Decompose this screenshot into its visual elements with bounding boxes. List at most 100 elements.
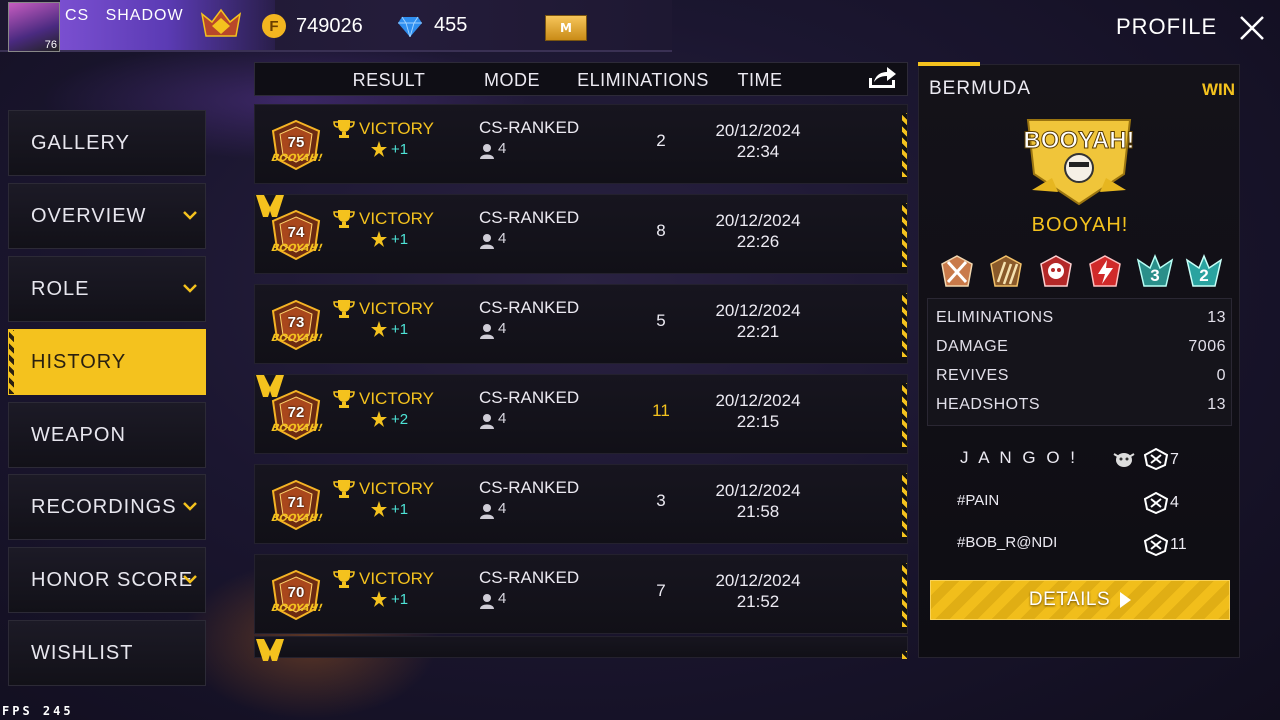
gold-counter[interactable]: F 749026 xyxy=(262,14,363,38)
rank-number: 74 xyxy=(287,224,305,241)
sidebar-item-history[interactable]: HISTORY xyxy=(8,329,206,395)
match-time: 22:15 xyxy=(736,412,780,431)
match-date: 20/12/2024 xyxy=(715,301,801,320)
fps-counter: FPS 245 xyxy=(2,704,74,718)
star-icon xyxy=(371,141,387,157)
row-stripe xyxy=(902,563,907,627)
history-table-header: RESULT MODE ELIMINATIONS TIME xyxy=(254,62,908,96)
teammate-name[interactable]: #PAIN xyxy=(957,492,999,509)
trophy-icon xyxy=(333,300,355,318)
lightning-medal-icon[interactable] xyxy=(1086,254,1124,290)
avatar[interactable]: 76 xyxy=(8,2,60,52)
share-icon[interactable] xyxy=(866,64,898,90)
medal-number-2: 2 xyxy=(1199,266,1208,285)
match-datetime: 20/12/2024 21:52 xyxy=(685,570,831,612)
cow-icon xyxy=(1113,453,1135,467)
row-stripe xyxy=(902,651,907,659)
booyah-mini-text: BOOYAH! xyxy=(270,153,324,164)
rank-2-medal-icon[interactable]: 2 xyxy=(1185,254,1223,290)
match-time: 21:52 xyxy=(736,592,780,611)
sidebar-item-gallery[interactable]: GALLERY xyxy=(8,110,206,176)
diamond-counter[interactable]: 455 xyxy=(398,14,467,37)
gold-coin-icon: F xyxy=(262,14,286,38)
play-arrow-icon xyxy=(1120,592,1132,608)
match-result: WIN xyxy=(1202,80,1236,99)
sword-medal-icon[interactable] xyxy=(938,254,976,290)
sidebar-item-overview[interactable]: OVERVIEW xyxy=(8,183,206,249)
eliminations-value: 11 xyxy=(652,401,670,420)
diamond-icon xyxy=(398,16,422,37)
trophy-icon xyxy=(333,120,355,138)
eliminations-value: 8 xyxy=(656,221,666,240)
booyah-mini-text: BOOYAH! xyxy=(270,333,324,344)
kill-icon xyxy=(1144,448,1168,470)
sidebar-item-recordings[interactable]: RECORDINGS xyxy=(8,474,206,540)
rank-3-medal-icon[interactable]: 3 xyxy=(1136,254,1174,290)
rank-badge-icon[interactable] xyxy=(198,8,244,42)
booyah-mini-text: BOOYAH! xyxy=(270,423,324,434)
teammate-name[interactable]: #BOB_R@NDI xyxy=(957,534,1057,551)
table-row[interactable]: 72 BOOYAH! VICTORY +2 CS-RANKED 4 11 20/12/2024… xyxy=(254,374,908,454)
player-level: 76 xyxy=(44,39,57,51)
stat-revives: REVIVES 0 xyxy=(936,367,1226,384)
sidebar-item-wishlist[interactable]: WISHLIST xyxy=(8,620,206,686)
match-time: 22:21 xyxy=(736,322,780,341)
match-date: 20/12/2024 xyxy=(715,571,801,590)
table-row[interactable]: 73 BOOYAH! VICTORY +1 CS-RANKED 4 5 20/12/2024 2… xyxy=(254,284,908,364)
table-row[interactable]: 71 BOOYAH! VICTORY +1 CS-RANKED 4 3 20/12/2024 2… xyxy=(254,464,908,544)
mode-label: CS-RANKED xyxy=(479,208,580,227)
booyah-logo-text: BOOYAH! xyxy=(1023,127,1134,154)
person-icon xyxy=(480,504,494,519)
row-stripe xyxy=(902,203,907,267)
eliminations-value: 3 xyxy=(656,491,666,510)
result-label: VICTORY xyxy=(359,389,434,408)
star-icon xyxy=(371,501,387,517)
person-icon xyxy=(480,414,494,429)
table-row[interactable]: 74 BOOYAH! VICTORY +1 CS-RANKED 4 8 20/12/2024 2… xyxy=(254,194,908,274)
star-icon xyxy=(371,231,387,247)
teammate-name[interactable]: J A N G O ! xyxy=(960,448,1078,468)
mode-label: CS-RANKED xyxy=(479,388,580,407)
match-time: 22:26 xyxy=(736,232,780,251)
details-button[interactable]: DETAILS xyxy=(930,580,1230,620)
star-icon xyxy=(371,321,387,337)
table-row[interactable]: 70 BOOYAH! VICTORY +1 CS-RANKED 4 7 20/12/2024 2… xyxy=(254,554,908,634)
table-row[interactable]: 75 BOOYAH! VICTORY +1 CS-RANKED 4 2 20/12/2024 2… xyxy=(254,104,908,184)
person-icon xyxy=(480,324,494,339)
squad-size: 4 xyxy=(498,320,507,337)
match-time: 22:34 xyxy=(736,142,780,161)
mode-label: CS-RANKED xyxy=(479,568,580,587)
sidebar-item-weapon[interactable]: WEAPON xyxy=(8,402,206,468)
skull-medal-icon[interactable] xyxy=(1037,254,1075,290)
rank-badge: 73 BOOYAH! xyxy=(265,299,327,351)
rank-points: +1 xyxy=(391,231,409,248)
eliminations-value: 5 xyxy=(656,311,666,330)
rank-badge: 72 BOOYAH! xyxy=(265,389,327,441)
close-icon[interactable] xyxy=(1238,14,1266,42)
mode-label: CS-RANKED xyxy=(479,298,580,317)
match-date: 20/12/2024 xyxy=(715,121,801,140)
stat-damage: DAMAGE 7006 xyxy=(936,338,1226,355)
rank-number: 75 xyxy=(287,134,305,151)
result-label: VICTORY xyxy=(359,479,434,498)
star-icon xyxy=(371,591,387,607)
sidebar-item-honor-score[interactable]: HONOR SCORE xyxy=(8,547,206,613)
trophy-icon xyxy=(333,570,355,588)
row-stripe xyxy=(902,473,907,537)
sidebar-item-role[interactable]: ROLE xyxy=(8,256,206,322)
stat-eliminations: ELIMINATIONS 13 xyxy=(936,309,1226,326)
booyah-title: BOOYAH! xyxy=(1031,214,1129,236)
table-row-partial[interactable] xyxy=(254,636,908,661)
squad-size: 4 xyxy=(498,410,507,427)
rank-badge: 71 BOOYAH! xyxy=(265,479,327,531)
mode-label: CS-RANKED xyxy=(479,478,580,497)
booyah-mini-text: BOOYAH! xyxy=(270,243,324,254)
membership-card-icon[interactable]: M xyxy=(545,15,587,41)
panel-accent xyxy=(918,62,980,66)
claw-medal-icon[interactable] xyxy=(987,254,1025,290)
person-icon xyxy=(480,144,494,159)
chevron-down-icon xyxy=(183,575,197,584)
booyah-mini-text: BOOYAH! xyxy=(270,513,324,524)
eliminations-value: 2 xyxy=(656,131,666,150)
details-label: DETAILS xyxy=(1028,589,1111,610)
